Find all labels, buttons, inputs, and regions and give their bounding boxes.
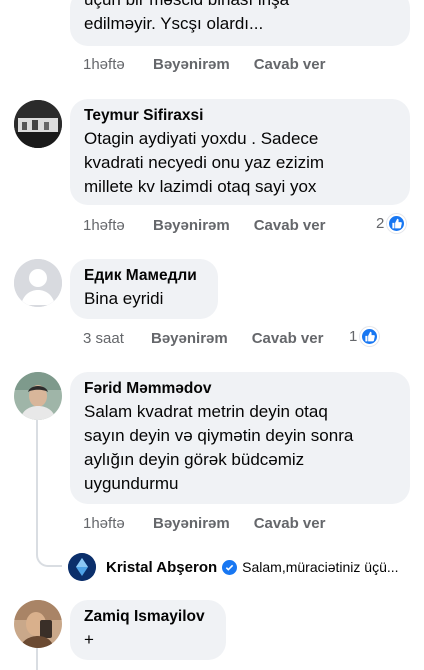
avatar[interactable] xyxy=(14,600,62,648)
thread-connector xyxy=(36,519,62,567)
page-avatar xyxy=(68,553,96,581)
reply-button[interactable]: Cavab ver xyxy=(252,330,324,347)
comment-author[interactable]: Fərid Məmmədov xyxy=(84,380,396,398)
comment-time: 1həftə xyxy=(83,515,125,532)
thread-line xyxy=(36,420,38,520)
avatar[interactable] xyxy=(14,372,62,420)
comment-time: 3 saat xyxy=(83,330,124,347)
reply-preview[interactable]: Kristal Abşeron Salam,müraciətiniz üçü..… xyxy=(68,552,418,582)
comment-actions: 1həftə Bəyənirəm Cavab ver xyxy=(83,56,349,73)
comment-bubble[interactable]: uçun bir məscid binası inşa edilməyir. Y… xyxy=(70,0,410,46)
comment-author[interactable]: Teymur Sifiraxsi xyxy=(84,107,396,125)
like-button[interactable]: Bəyənirəm xyxy=(153,56,230,73)
thread-line-bottom xyxy=(36,648,38,670)
comment-text: Bina eyridi xyxy=(84,289,164,308)
comment-actions: 3 saat Bəyənirəm Cavab ver xyxy=(83,330,347,347)
comment-author[interactable]: Едик Мамедли xyxy=(84,267,204,285)
comment-author[interactable]: Zamiq Ismayilov xyxy=(84,608,212,626)
comment-bubble[interactable]: Zamiq Ismayilov + xyxy=(70,600,226,660)
reaction-number: 1 xyxy=(349,328,358,345)
reply-button[interactable]: Cavab ver xyxy=(254,56,326,73)
comment-time: 1həftə xyxy=(83,56,125,73)
like-icon xyxy=(387,214,407,233)
reaction-number: 2 xyxy=(376,215,385,232)
reply-author[interactable]: Kristal Abşeron xyxy=(106,559,217,576)
avatar[interactable] xyxy=(14,100,62,148)
comment-text: Salam kvadrat metrin deyin otaq sayın de… xyxy=(84,402,354,493)
comment-actions: 1həftə Bəyənirəm Cavab ver xyxy=(83,217,349,234)
comment-bubble[interactable]: Teymur Sifiraxsi Otagin aydiyati yoxdu .… xyxy=(70,99,410,205)
comment-text: + xyxy=(84,630,94,649)
avatar[interactable] xyxy=(14,259,62,307)
like-button[interactable]: Bəyənirəm xyxy=(153,515,230,532)
like-icon xyxy=(360,327,380,346)
reply-snippet: Salam,müraciətiniz üçü... xyxy=(242,559,399,575)
verified-badge-icon xyxy=(222,559,238,575)
reaction-count[interactable]: 1 xyxy=(349,327,380,346)
comment-text: Otagin aydiyati yoxdu . Sadece kvadrati … xyxy=(84,129,325,196)
comment-bubble[interactable]: Fərid Məmmədov Salam kvadrat metrin deyi… xyxy=(70,372,410,504)
comment-text: uçun bir məscid binası inşa edilməyir. Y… xyxy=(84,0,289,33)
reaction-count[interactable]: 2 xyxy=(376,214,407,233)
like-button[interactable]: Bəyənirəm xyxy=(153,217,230,234)
reply-button[interactable]: Cavab ver xyxy=(254,515,326,532)
like-button[interactable]: Bəyənirəm xyxy=(151,330,228,347)
comment-bubble[interactable]: Едик Мамедли Bina eyridi xyxy=(70,259,218,319)
reply-button[interactable]: Cavab ver xyxy=(254,217,326,234)
comment-time: 1həftə xyxy=(83,217,125,234)
comment-actions: 1həftə Bəyənirəm Cavab ver xyxy=(83,515,349,532)
